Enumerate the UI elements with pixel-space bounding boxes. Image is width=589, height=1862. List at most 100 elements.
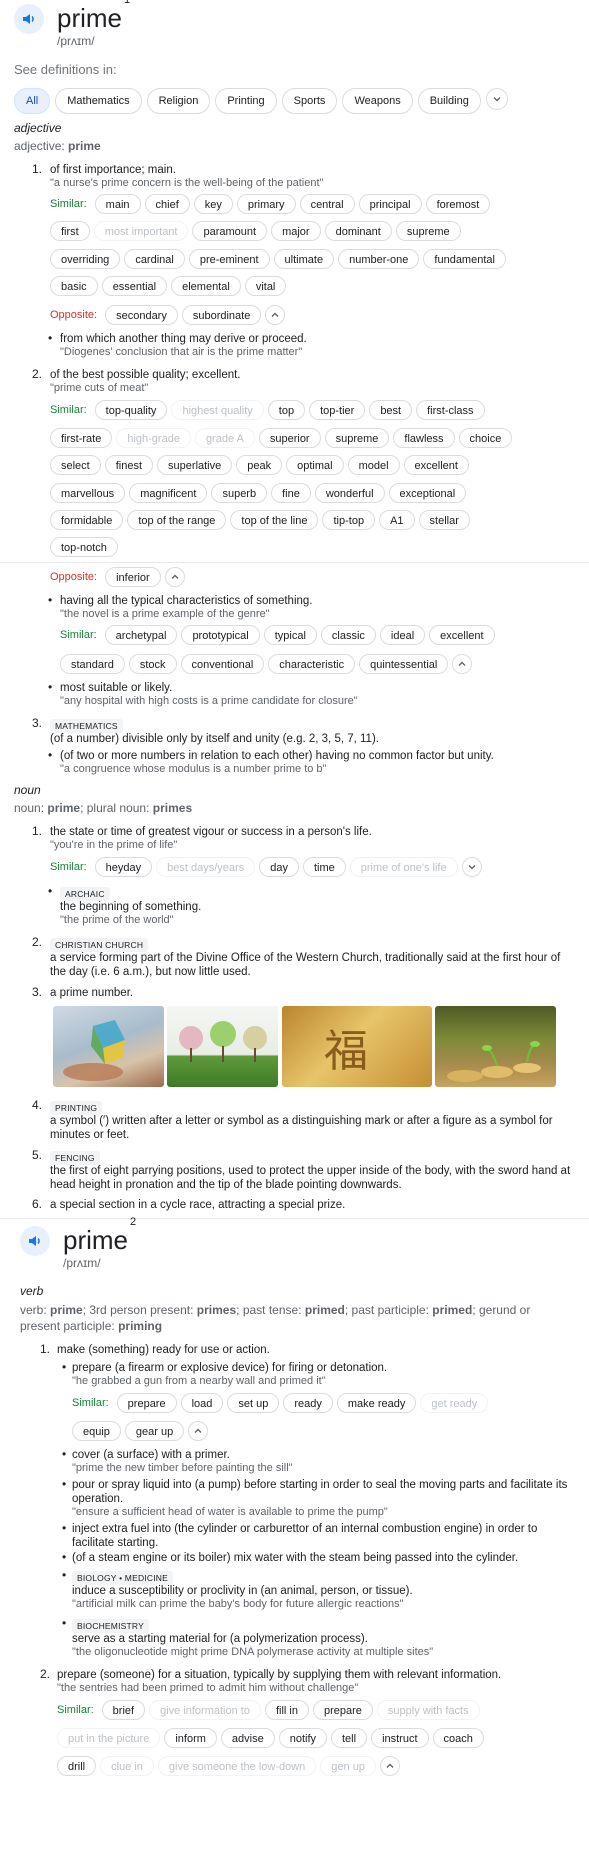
synonym-chip[interactable]: key	[193, 194, 233, 214]
synonym-chip[interactable]: essential	[101, 276, 168, 296]
synonym-chip[interactable]: supreme	[395, 221, 461, 241]
speaker-icon[interactable]	[20, 1226, 50, 1256]
synonym-chip[interactable]: wonderful	[314, 483, 385, 503]
synonym-chip[interactable]: top-notch	[50, 537, 118, 557]
synonym-chip[interactable]: conventional	[180, 654, 265, 674]
synonym-chip[interactable]: ready	[283, 1393, 333, 1413]
synonym-chip[interactable]: classic	[320, 625, 376, 645]
synonym-chip[interactable]: major	[271, 221, 321, 241]
synonym-chip[interactable]: give information to	[149, 1700, 261, 1720]
synonym-chip[interactable]: top-tier	[309, 400, 366, 420]
synonym-chip[interactable]: elemental	[171, 276, 241, 296]
synonym-chip[interactable]: grade A	[194, 428, 255, 448]
synonym-chip[interactable]: coach	[432, 1728, 484, 1748]
synonym-chip[interactable]: flawless	[393, 428, 455, 448]
synonym-chip[interactable]: clue in	[100, 1756, 154, 1776]
synonym-chip[interactable]: tell	[331, 1728, 368, 1748]
synonym-chip[interactable]: primary	[236, 194, 296, 214]
synonym-chip[interactable]: ideal	[379, 625, 426, 645]
synonym-chip[interactable]: marvellous	[50, 483, 126, 503]
synonym-chip[interactable]: cardinal	[124, 249, 185, 269]
synonym-chip[interactable]: stellar	[418, 510, 470, 530]
chevron-up-icon[interactable]	[188, 1421, 209, 1441]
chevron-up-icon[interactable]	[265, 305, 286, 325]
synonym-chip[interactable]: fine	[271, 483, 311, 503]
synonym-chip[interactable]: first-rate	[50, 428, 113, 448]
filter-all[interactable]: All	[14, 88, 51, 114]
synonym-chip[interactable]: gen up	[320, 1756, 376, 1776]
synonym-chip[interactable]: most important	[93, 221, 189, 241]
synonym-chip[interactable]: superb	[211, 483, 268, 503]
synonym-chip[interactable]: fundamental	[423, 249, 506, 269]
filter-mathematics[interactable]: Mathematics	[55, 88, 142, 114]
synonym-chip[interactable]: make ready	[336, 1393, 417, 1413]
synonym-chip[interactable]: chief	[144, 194, 190, 214]
synonym-chip[interactable]: equip	[72, 1421, 121, 1441]
synonym-chip[interactable]: select	[50, 455, 101, 475]
synonym-chip[interactable]: number-one	[338, 249, 420, 269]
synonym-chip[interactable]: inform	[164, 1728, 217, 1748]
synonym-chip[interactable]: instruct	[371, 1728, 429, 1748]
synonym-chip[interactable]: excellent	[429, 625, 495, 645]
synonym-chip[interactable]: tip-top	[322, 510, 376, 530]
synonym-chip[interactable]: prepare	[116, 1393, 177, 1413]
synonym-chip[interactable]: dominant	[324, 221, 392, 241]
synonym-chip[interactable]: prepare	[312, 1700, 373, 1720]
synonym-chip[interactable]: highest quality	[171, 400, 264, 420]
synonym-chip[interactable]: prime of one's life	[349, 857, 458, 877]
synonym-chip[interactable]: superlative	[157, 455, 233, 475]
chevron-up-icon[interactable]	[164, 567, 185, 587]
synonym-chip[interactable]: day	[259, 857, 299, 877]
image-coins-sprouts[interactable]	[435, 1006, 556, 1087]
filter-religion[interactable]: Religion	[146, 88, 211, 114]
synonym-chip[interactable]: typical	[263, 625, 317, 645]
synonym-chip[interactable]: give someone the low-down	[157, 1756, 317, 1776]
synonym-chip[interactable]: heyday	[94, 857, 153, 877]
synonym-chip[interactable]: main	[94, 194, 141, 214]
synonym-chip[interactable]: first-class	[416, 400, 485, 420]
synonym-chip[interactable]: magnificent	[129, 483, 208, 503]
chevron-up-icon[interactable]	[452, 654, 473, 674]
synonym-chip[interactable]: overriding	[50, 249, 121, 269]
synonym-chip[interactable]: top of the line	[230, 510, 319, 530]
chevron-down-icon[interactable]	[461, 857, 482, 877]
synonym-chip[interactable]: gear up	[124, 1421, 185, 1441]
synonym-chip[interactable]: drill	[57, 1756, 97, 1776]
synonym-chip[interactable]: fill in	[264, 1700, 309, 1720]
synonym-chip[interactable]: central	[299, 194, 355, 214]
synonym-chip[interactable]: put in the picture	[57, 1728, 161, 1748]
synonym-chip[interactable]: optimal	[286, 455, 344, 475]
filter-building[interactable]: Building	[417, 88, 481, 114]
synonym-chip[interactable]: foremost	[425, 194, 491, 214]
speaker-icon[interactable]	[14, 4, 44, 34]
synonym-chip[interactable]: standard	[60, 654, 125, 674]
synonym-chip[interactable]: get ready	[420, 1393, 489, 1413]
synonym-chip[interactable]: high-grade	[116, 428, 191, 448]
synonym-chip[interactable]: basic	[50, 276, 98, 296]
filter-sports[interactable]: Sports	[281, 88, 338, 114]
synonym-chip[interactable]: quintessential	[359, 654, 449, 674]
synonym-chip[interactable]: top-quality	[94, 400, 168, 420]
synonym-chip[interactable]: archetypal	[104, 625, 178, 645]
synonym-chip[interactable]: supply with facts	[376, 1700, 480, 1720]
synonym-chip[interactable]: notify	[278, 1728, 327, 1748]
antonym-chip[interactable]: inferior	[105, 567, 161, 587]
chevron-up-icon[interactable]	[379, 1756, 400, 1776]
synonym-chip[interactable]: brief	[101, 1700, 146, 1720]
synonym-chip[interactable]: paramount	[192, 221, 268, 241]
chevron-down-icon[interactable]	[485, 88, 508, 110]
synonym-chip[interactable]: stock	[128, 654, 177, 674]
synonym-chip[interactable]: peak	[236, 455, 283, 475]
synonym-chip[interactable]: supreme	[324, 428, 390, 448]
synonym-chip[interactable]: superior	[258, 428, 321, 448]
synonym-chip[interactable]: pre-eminent	[188, 249, 270, 269]
image-cube-hands[interactable]	[53, 1006, 164, 1087]
synonym-chip[interactable]: best	[369, 400, 413, 420]
synonym-chip[interactable]: ultimate	[273, 249, 335, 269]
synonym-chip[interactable]: advise	[220, 1728, 275, 1748]
synonym-chip[interactable]: choice	[458, 428, 513, 448]
synonym-chip[interactable]: top of the range	[127, 510, 227, 530]
synonym-chip[interactable]: top	[267, 400, 306, 420]
antonym-chip[interactable]: subordinate	[181, 305, 262, 325]
synonym-chip[interactable]: finest	[104, 455, 154, 475]
